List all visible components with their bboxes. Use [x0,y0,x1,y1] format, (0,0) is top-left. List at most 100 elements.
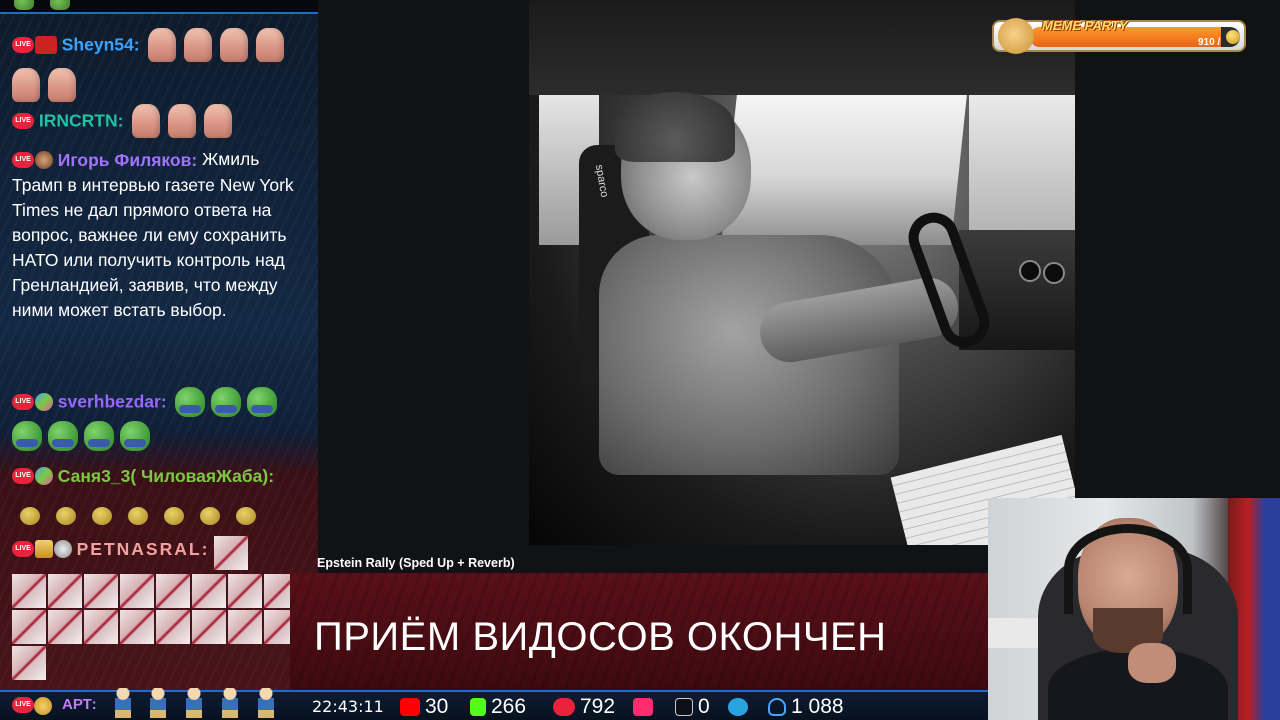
pepe-emote-icon [246,387,277,417]
vk-video-stat [633,694,658,720]
tile-emote-icon [84,610,118,644]
user-badge-icon [34,697,52,715]
live-badge: LIVE [12,468,34,485]
gauge-icon [1019,260,1041,282]
finger-emote-icon [48,68,76,102]
pepe-emote-icon [210,387,241,417]
overlay-banner: ПРИЁМ ВИДОСОВ ОКОНЧЕН [290,573,990,690]
finger-emote-icon [168,104,197,138]
coin-icon [1226,30,1240,44]
webcam-feed [988,498,1280,720]
user-badge-icon [53,540,72,559]
chat-message: LIVE IRNCRTN: [12,104,312,138]
dancer-emote-icon [258,688,274,718]
chat-message: LIVE Sheyn54: [12,28,312,102]
vk-live-count: 792 [580,695,616,718]
avatar [34,151,53,170]
live-badge: LIVE [12,37,34,53]
pepe-emote-icon [12,421,42,451]
tile-emote-icon [228,574,262,608]
finger-emote-icon [184,28,213,62]
emote-icon [14,0,34,10]
telegram-stat [728,694,753,720]
finger-emote-icon [148,28,177,62]
gauge-icon [1043,262,1065,284]
chat-username[interactable]: Игорь Филяков: [58,150,197,170]
vk-video-icon [633,698,653,716]
dancer-emote-icon [115,688,131,718]
streamer-hand [1128,643,1176,683]
tile-emote-icon [214,536,249,570]
driver-hair [615,92,735,162]
chat-username[interactable]: Саня3_3( ЧиловаяЖаба): [58,466,274,486]
chat-panel: LIVE Sheyn54: LIVE IRNCRTN: LIVE Игорь Ф… [0,0,318,720]
coin-emote-icon [92,507,112,526]
chat-username[interactable]: Sheyn54: [62,35,140,55]
chat-message: LIVE PETNASRAL: [12,536,312,682]
tile-emote-icon [120,610,154,644]
pepe-emote-icon [84,421,114,451]
chat-username[interactable]: sverhbezdar: [58,392,167,412]
car-window [969,80,1075,230]
coin-emote-icon [56,507,76,526]
meme-party-widget: 910 / 1000 MEME PARTY [992,18,1246,54]
tile-emote-icon [228,610,262,644]
chat-username[interactable]: IRNCRTN: [39,111,124,131]
pepe-emote-icon [48,421,78,451]
tile-emote-icon [48,610,82,644]
rutube-icon [675,698,693,716]
rutube-stat: 0 [675,694,710,720]
user-badge-icon [34,467,53,486]
chat-message: LIVE sverhbezdar: [12,387,312,451]
tile-emote-icon [12,646,46,680]
pepe-emote-icon [120,421,150,451]
rutube-count: 0 [698,695,710,718]
tile-emote-icon [120,574,154,608]
youtube-stat: 30 [400,694,448,720]
dancer-emote-icon [186,688,202,718]
tile-emote-icon [156,574,190,608]
tile-emote-icon [48,574,82,608]
live-badge: LIVE [12,697,34,713]
video-player[interactable]: sparco [529,0,1075,545]
live-badge: LIVE [12,394,34,410]
finger-emote-icon [256,28,285,62]
coin-emote-icon [236,507,256,526]
finger-emote-icon [132,104,161,138]
coin-emote-icon [200,507,220,526]
tile-emote-icon [192,610,226,644]
finger-emote-icon [12,68,40,102]
chat-message-text: Жмиль Трамп в интервью газете New York T… [12,149,294,320]
user-badge-icon [34,393,53,411]
viewers-stat: 1 088 [768,694,844,720]
chat-username[interactable]: АРТ: [62,696,97,713]
doge-icon [998,18,1034,54]
chat-username[interactable]: PETNASRAL: [77,539,210,559]
kick-count: 266 [491,695,527,718]
driver-body [599,235,899,475]
tile-emote-icon [156,610,190,644]
finger-emote-icon [204,104,233,138]
banner-text: ПРИЁМ ВИДОСОВ ОКОНЧЕН [314,615,887,659]
pepe-emote-icon [174,387,205,417]
live-badge: LIVE [12,541,34,558]
tile-emote-icon [192,574,226,608]
stats-bar: LIVE АРТ: 22:43:11 30 266 792 0 1 088 [0,688,990,720]
tile-emote-icon [12,610,46,644]
headphones-icon [1064,524,1192,614]
chat-message: LIVE Игорь Филяков: Жмиль Трамп в интерв… [12,147,312,323]
vk-live-stat: 792 [553,694,615,720]
clock: 22:43:11 [312,697,384,716]
telegram-icon [728,698,748,716]
coin-emote-icon [20,507,40,526]
seat-brand-logo: sparco [592,163,611,199]
kick-icon [470,698,486,716]
dancer-emote-icon [222,688,238,718]
coin-emote-icon [164,507,184,526]
coin-emote-icon [128,507,148,526]
live-badge: LIVE [12,113,34,129]
dancer-emote-icon [150,688,166,718]
live-badge: LIVE [12,152,34,169]
viewers-count: 1 088 [791,695,844,718]
user-badge-icon [34,36,57,54]
